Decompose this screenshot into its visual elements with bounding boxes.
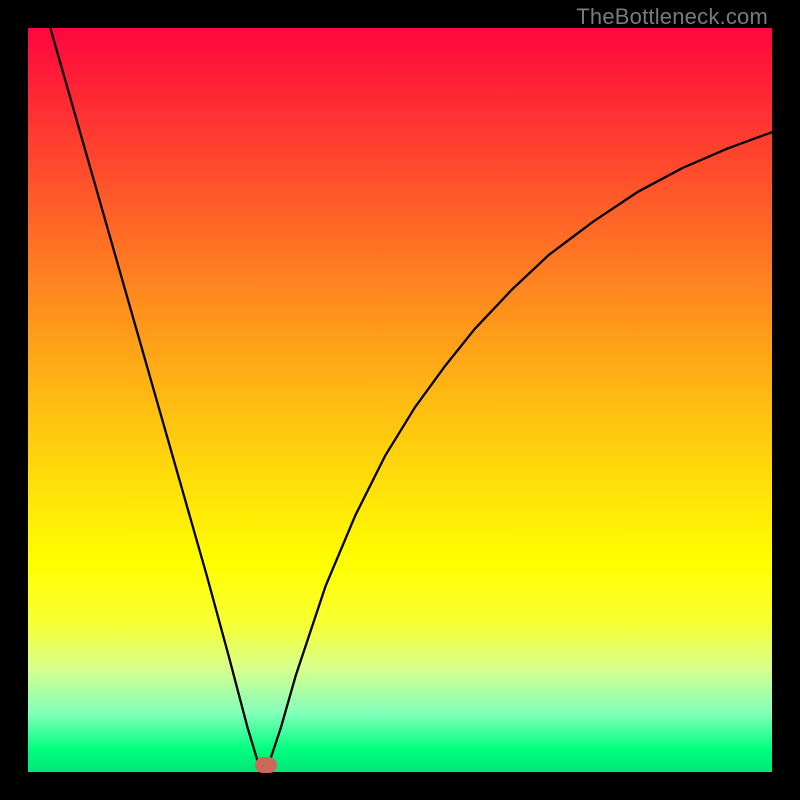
curve-layer (28, 28, 772, 772)
watermark-text: TheBottleneck.com (576, 4, 768, 30)
chart-frame: TheBottleneck.com (0, 0, 800, 800)
optimum-marker (255, 757, 277, 773)
plot-area (28, 28, 772, 772)
curve-right (266, 132, 772, 772)
curve-left (50, 28, 266, 772)
